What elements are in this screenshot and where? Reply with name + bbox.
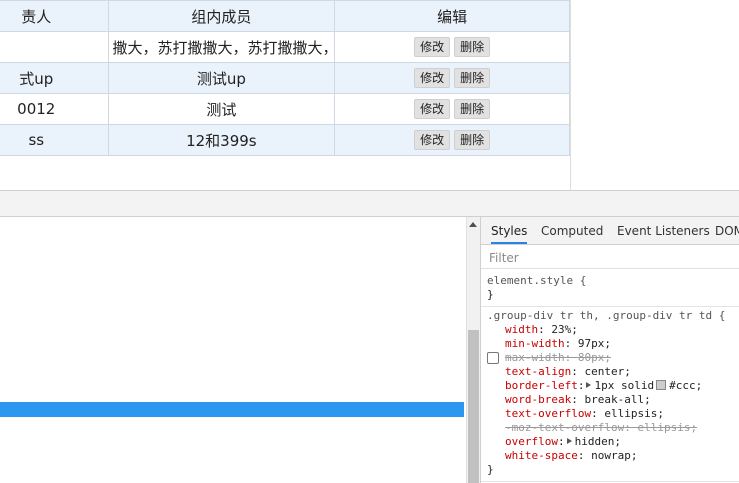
declaration[interactable]: width: 23%; [487, 323, 734, 337]
table-row: 0012 测试 修改 删除 [0, 93, 570, 125]
declaration-property: text-align [505, 365, 572, 378]
members-cell: 撒大，苏打撒撒大，苏打撒撒大，苏打撒撒大，苏打撒撒大，苏打撒 [107, 31, 336, 63]
color-swatch-icon[interactable] [656, 380, 667, 390]
close-brace: } [487, 288, 494, 301]
edit-button[interactable]: 修改 [414, 130, 451, 150]
declaration-property: border-left [505, 379, 578, 392]
header-edit: 编辑 [334, 0, 570, 32]
declaration-property: -moz-text-overflow [505, 421, 625, 434]
declaration-property: word-break [505, 393, 572, 406]
edit-cell: 修改 删除 [334, 124, 570, 156]
declaration-value: ellipsis; [604, 407, 664, 420]
tab-event-listeners[interactable]: Event Listeners [617, 217, 710, 244]
declaration-property: min-width [505, 337, 565, 350]
style-rules: element.style { } .group-div tr th, .gro… [481, 272, 739, 482]
declaration[interactable]: overflow: hidden; [487, 435, 734, 449]
declaration-value: 23%; [551, 323, 578, 336]
selected-dom-node[interactable] [0, 402, 464, 417]
owner-cell: 0012 [0, 93, 109, 125]
delete-button[interactable]: 删除 [454, 68, 491, 88]
declaration-overridden[interactable]: max-width: 80px; [487, 351, 734, 365]
delete-button[interactable]: 删除 [454, 99, 491, 119]
expand-triangle-icon[interactable] [586, 382, 592, 388]
expand-triangle-icon[interactable] [566, 438, 572, 444]
declaration-value: break-all; [584, 393, 651, 406]
tab-dom[interactable]: DOM [715, 217, 739, 244]
header-owner: 责人 [0, 0, 109, 32]
declaration-value: 1px solid [594, 379, 655, 392]
table-row: 撒大，苏打撒撒大，苏打撒撒大，苏打撒撒大，苏打撒撒大，苏打撒 修改删除 [0, 31, 570, 63]
declaration[interactable]: border-left: 1px solid #ccc; [487, 379, 734, 393]
scroll-up-arrow-icon[interactable] [469, 222, 477, 227]
members-cell: 测试 [107, 93, 336, 125]
declaration-property: max-width [505, 351, 565, 364]
declaration-value: ellipsis; [637, 421, 698, 434]
declaration-property: width [505, 323, 539, 336]
delete-button[interactable]: 删除 [454, 130, 491, 150]
page-content: 责人 组内成员 编辑 撒大，苏打撒撒大，苏打撒撒大，苏打撒撒大，苏打撒撒大，苏打… [0, 0, 739, 190]
scrollbar-thumb[interactable] [468, 330, 479, 483]
elements-scrollbar[interactable] [466, 217, 480, 483]
declaration[interactable]: word-break: break-all; [487, 393, 734, 407]
edit-button[interactable]: 修改 [414, 99, 451, 119]
table-header-row: 责人 组内成员 编辑 [0, 0, 570, 32]
table-row: ss 12和399s 修改 删除 [0, 124, 570, 156]
delete-button[interactable]: 删除 [454, 37, 491, 57]
declaration[interactable]: min-width: 97px; [487, 337, 734, 351]
declaration[interactable]: white-space: nowrap; [487, 449, 734, 463]
declaration-value: 97px; [577, 337, 611, 350]
edit-cell: 修改 删除 [334, 93, 570, 125]
close-brace: } [487, 463, 494, 476]
elements-panel[interactable] [0, 217, 466, 483]
declaration[interactable]: text-overflow: ellipsis; [487, 407, 734, 421]
filter-input[interactable] [487, 248, 731, 268]
tab-computed[interactable]: Computed [541, 217, 603, 244]
declaration[interactable]: text-align: center; [487, 365, 734, 379]
sidebar-tabs: Styles Computed Event Listeners DOM [481, 217, 739, 245]
declaration-invalid[interactable]: -moz-text-overflow: ellipsis; [487, 421, 734, 435]
edit-button[interactable]: 修改 [414, 68, 451, 88]
members-cell: 测试up [107, 62, 336, 94]
declaration-value: 80px; [577, 351, 611, 364]
devtools-toolbar [0, 190, 739, 217]
element-style-selector: element.style { [487, 274, 587, 287]
styles-sidebar: Styles Computed Event Listeners DOM elem… [480, 217, 739, 483]
edit-cell: 修改 删除 [334, 31, 570, 63]
header-members: 组内成员 [107, 0, 336, 32]
declaration-value: hidden; [574, 435, 621, 448]
declaration-value: nowrap; [591, 449, 638, 462]
element-style-rule: element.style { } [481, 272, 739, 307]
table-row: 式up 测试up 修改 删除 [0, 62, 570, 94]
group-table: 责人 组内成员 编辑 撒大，苏打撒撒大，苏打撒撒大，苏打撒撒大，苏打撒撒大，苏打… [0, 0, 570, 156]
page-divider [570, 0, 571, 190]
owner-cell: ss [0, 124, 109, 156]
filter-row [481, 245, 739, 269]
declaration-property: white-space [505, 449, 578, 462]
declaration-value-color: #ccc; [669, 379, 703, 392]
group-div-rule: .group-div tr th, .group-div tr td { wid… [481, 307, 739, 482]
declaration-property: text-overflow [505, 407, 592, 420]
edit-cell: 修改 删除 [334, 62, 570, 94]
declaration-value: center; [584, 365, 631, 378]
owner-cell [0, 31, 109, 63]
tab-styles[interactable]: Styles [491, 217, 528, 244]
declaration-property: overflow [505, 435, 558, 448]
declaration-checkbox[interactable] [487, 352, 499, 364]
members-cell: 12和399s [107, 124, 336, 156]
edit-button[interactable]: 修改 [414, 37, 451, 57]
owner-cell: 式up [0, 62, 109, 94]
rule-selector[interactable]: .group-div tr th, .group-div tr td { [487, 309, 734, 323]
